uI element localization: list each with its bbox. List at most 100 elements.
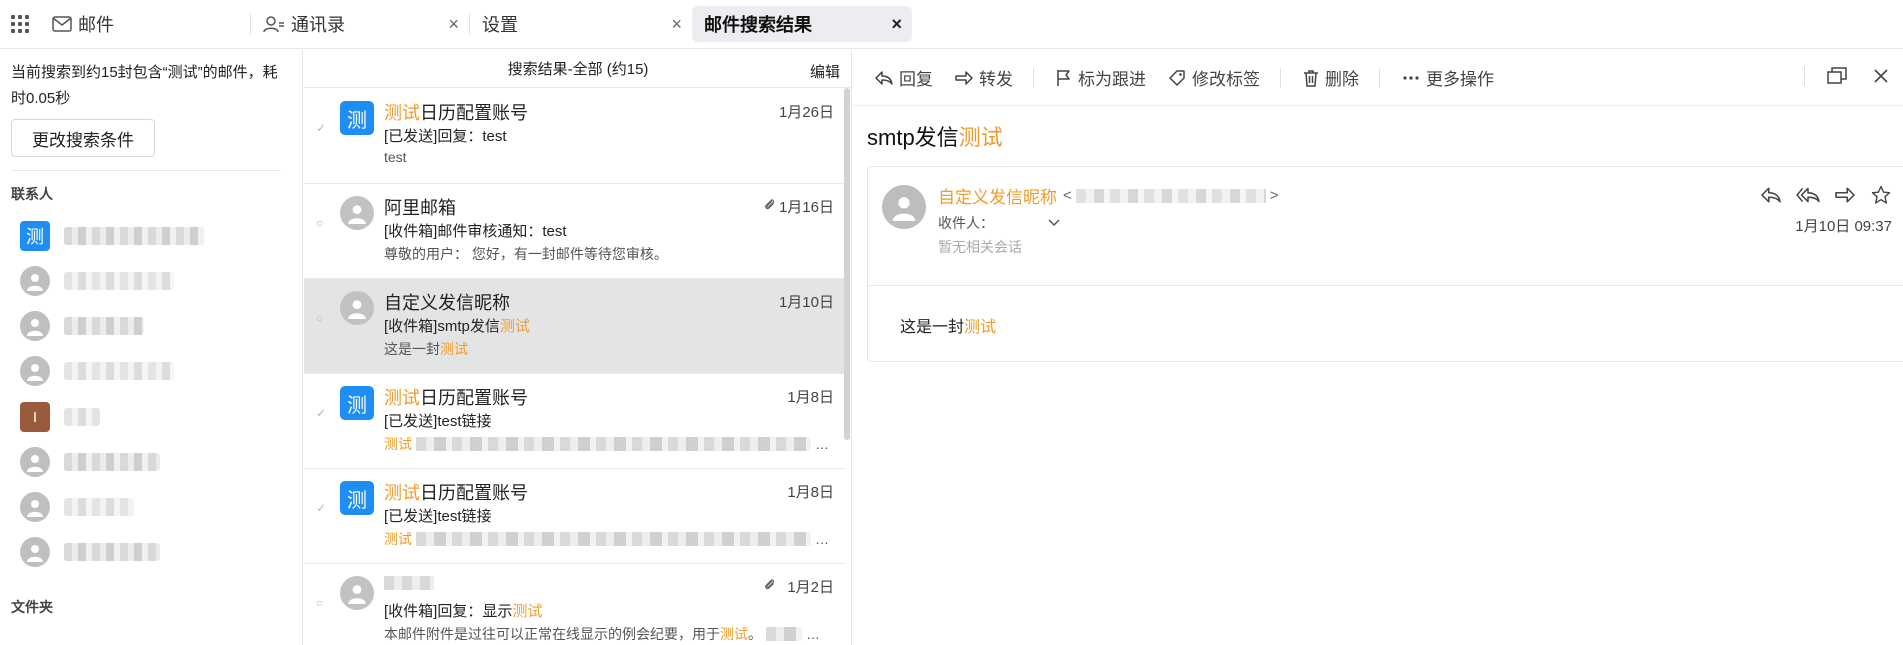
mail-date: 1月10日 — [778, 294, 834, 311]
sender-name[interactable]: 自定义发信昵称 < > — [938, 183, 1279, 208]
close-icon[interactable]: × — [671, 15, 682, 33]
close-icon[interactable] — [1873, 68, 1889, 84]
reply-icon[interactable] — [1760, 186, 1782, 204]
tab-settings[interactable]: 设置 × — [470, 6, 692, 42]
contact-person-icon — [263, 16, 284, 33]
modify-search-button[interactable]: 更改搜索条件 — [11, 119, 155, 157]
mail-preview: test — [384, 149, 407, 165]
person-icon — [27, 500, 43, 517]
edit-button[interactable]: 编辑 — [810, 61, 840, 82]
mail-preview: 尊敬的用户： 您好，有一封邮件等待您审核。 — [384, 246, 668, 262]
tab-contacts-label: 通讯录 — [291, 15, 345, 35]
avatar — [20, 447, 50, 477]
mail-row[interactable]: ✓ 测 测试日历配置账号 1月8日 [已发送]test链接 测试… — [304, 469, 844, 564]
mail-sender: 测试日历配置账号 — [384, 103, 528, 123]
mail-date: 1月16日 — [778, 199, 834, 216]
tab-search-results-label: 邮件搜索结果 — [704, 15, 812, 35]
close-icon[interactable]: × — [448, 15, 459, 33]
redacted-name — [64, 317, 144, 335]
forward-icon — [955, 70, 973, 85]
list-scrollbar[interactable] — [844, 88, 850, 440]
mail-row[interactable]: ○ 阿里邮箱 1月16日 [收件箱]邮件审核通知：test 尊敬的用户： 您好，… — [304, 184, 844, 279]
person-icon — [27, 455, 43, 472]
mail-row[interactable]: ✓ 测 测试日历配置账号 1月26日 [已发送]回复：test test — [304, 89, 844, 184]
avatar — [20, 356, 50, 386]
mail-row[interactable]: ○ 1月2日 [收件箱]回复：显示测试 本邮件附件是过往可以正常在线显示的例会纪… — [304, 564, 844, 645]
star-icon[interactable] — [1870, 185, 1892, 205]
mail-body: 这是一封测试 — [900, 319, 997, 336]
mail-subject: [已发送]回复：test — [384, 128, 507, 145]
redacted-text — [416, 437, 811, 451]
list-header: 搜索结果-全部 (约15) 编辑 — [304, 50, 851, 88]
attachment-icon — [764, 198, 776, 215]
avatar: I — [20, 402, 50, 432]
card-actions — [1746, 185, 1892, 205]
tag-button[interactable]: 修改标签 — [1168, 65, 1260, 90]
avatar — [340, 576, 374, 610]
reading-pane: 回复 转发 标为跟进 修改标签 删除 更多操作 smtp发信测试 自定义发信昵称… — [853, 50, 1903, 645]
chevron-down-icon[interactable] — [1048, 219, 1060, 227]
mail-sender: 阿里邮箱 — [384, 198, 456, 218]
recipients-row[interactable]: 收件人： — [938, 213, 1060, 233]
mail-title: smtp发信测试 — [867, 125, 1003, 150]
avatar — [20, 537, 50, 567]
contact-item[interactable]: 测 — [20, 221, 290, 251]
delete-button[interactable]: 删除 — [1303, 65, 1359, 90]
reply-button[interactable]: 回复 — [875, 65, 933, 90]
sent-check-icon: ✓ — [316, 501, 327, 515]
mail-row-selected[interactable]: ○ 自定义发信昵称 1月10日 [收件箱]smtp发信测试 这是一封 测试 — [304, 279, 844, 374]
forward-button[interactable]: 转发 — [955, 65, 1013, 90]
mail-subject: [已发送]test链接 — [384, 413, 492, 430]
unread-dot-icon: ○ — [316, 216, 324, 230]
contact-item[interactable] — [20, 266, 290, 296]
mail-preview: 本邮件附件是过往可以正常在线显示的例会纪要，用于 测试。… — [384, 626, 820, 642]
sent-check-icon: ✓ — [316, 406, 327, 420]
apps-grid-icon[interactable] — [0, 0, 40, 49]
contact-item[interactable] — [20, 537, 290, 567]
mail-date: 1月8日 — [787, 484, 834, 501]
contact-item[interactable] — [20, 311, 290, 341]
mail-preview: 这是一封 测试 — [384, 341, 468, 357]
mail-toolbar: 回复 转发 标为跟进 修改标签 删除 更多操作 — [853, 50, 1903, 106]
mail-list-pane: 搜索结果-全部 (约15) 编辑 ✓ 测 测试日历配置账号 1月26日 [已发送… — [304, 50, 852, 645]
mail-date: 1月26日 — [778, 104, 834, 121]
tab-search-results[interactable]: 邮件搜索结果 × — [692, 6, 912, 42]
tab-mail[interactable]: 邮件 — [40, 6, 250, 42]
more-actions-button[interactable]: 更多操作 — [1402, 65, 1494, 90]
person-icon — [27, 319, 43, 336]
close-icon[interactable]: × — [891, 15, 902, 33]
search-sidebar: 当前搜索到约15封包含“测试”的邮件，耗时0.05秒 更改搜索条件 联系人 测 … — [0, 50, 303, 645]
redacted-name — [64, 227, 204, 245]
person-icon — [27, 274, 43, 291]
list-title: 搜索结果-全部 (约15) — [507, 61, 649, 78]
redacted-name — [64, 362, 174, 380]
avatar — [340, 291, 374, 325]
person-icon — [27, 545, 43, 562]
folders-section-label: 文件夹 — [11, 599, 53, 615]
tab-contacts[interactable]: 通讯录 × — [251, 6, 469, 42]
redacted-name — [64, 408, 100, 426]
person-icon — [348, 300, 366, 319]
person-icon — [27, 364, 43, 381]
person-icon — [892, 197, 916, 221]
contact-item[interactable]: I — [20, 402, 290, 432]
redacted-email — [1075, 188, 1266, 203]
unread-dot-icon: ○ — [316, 311, 324, 325]
person-icon — [348, 205, 366, 224]
trash-icon — [1304, 69, 1318, 87]
open-in-window-icon[interactable] — [1827, 67, 1847, 85]
contact-item[interactable] — [20, 356, 290, 386]
tab-mail-label: 邮件 — [78, 15, 114, 35]
mail-date: 1月2日 — [787, 579, 834, 596]
contact-item[interactable] — [20, 492, 290, 522]
mail-app: 邮件 通讯录 × 设置 × 邮件搜索结果 × 当前搜索到约15封包含“测试”的邮… — [0, 0, 1903, 645]
reply-all-icon[interactable] — [1796, 186, 1820, 204]
top-tab-bar: 邮件 通讯录 × 设置 × 邮件搜索结果 × — [0, 0, 1903, 49]
contact-item[interactable] — [20, 447, 290, 477]
redacted-text — [416, 532, 811, 546]
mail-row[interactable]: ✓ 测 测试日历配置账号 1月8日 [已发送]test链接 测试… — [304, 374, 844, 469]
mail-sender: 测试日历配置账号 — [384, 388, 528, 408]
forward-icon[interactable] — [1834, 186, 1856, 204]
reply-icon — [875, 70, 893, 85]
flag-button[interactable]: 标为跟进 — [1056, 65, 1146, 90]
